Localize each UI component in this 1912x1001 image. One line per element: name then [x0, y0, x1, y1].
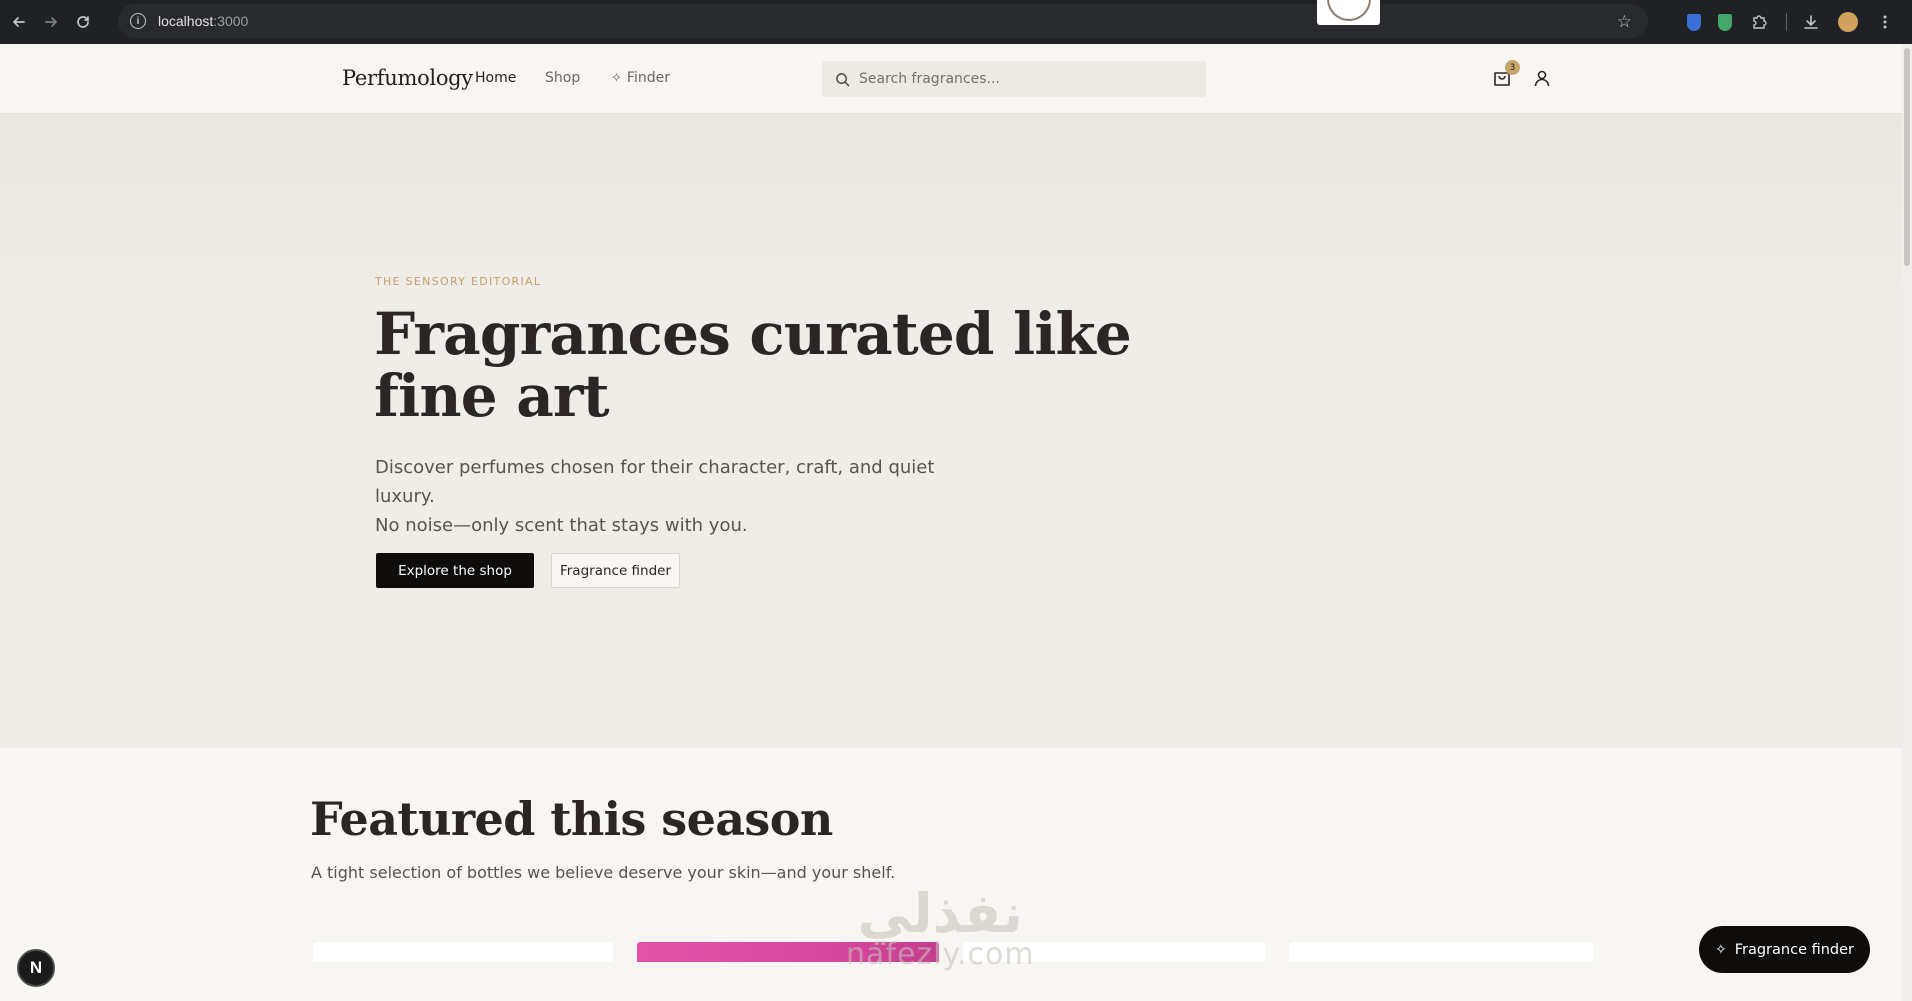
browser-toolbar: i localhost:3000 ☆	[0, 0, 1912, 44]
nav-finder-label: Finder	[626, 70, 670, 86]
search-input[interactable]	[859, 71, 1189, 87]
explore-shop-button[interactable]: Explore the shop	[376, 553, 534, 588]
featured-subtitle: A tight selection of bottles we believe …	[311, 863, 896, 882]
user-icon	[1534, 70, 1550, 87]
hero-title: Fragrances curated like fine art	[374, 300, 1132, 430]
search-icon	[836, 72, 850, 86]
hero-subtitle-line2: No noise—only scent that stays with you.	[375, 515, 748, 536]
cart-button[interactable]: 3	[1492, 60, 1520, 90]
sparkle-icon: ✧	[611, 70, 622, 86]
download-icon[interactable]	[1801, 12, 1821, 32]
extension-popup-logo	[1317, 0, 1380, 25]
reload-icon[interactable]	[70, 9, 96, 35]
account-button[interactable]	[1532, 68, 1554, 90]
watermark-latin: nafezly.com	[846, 937, 1035, 972]
watermark-arabic: نفذلي	[857, 882, 1023, 945]
dev-tools-badge[interactable]: N	[17, 949, 55, 987]
site-info-icon[interactable]: i	[130, 13, 146, 29]
bookmark-star-icon[interactable]: ☆	[1617, 12, 1632, 32]
search-box[interactable]	[822, 61, 1206, 97]
floating-finder-label: Fragrance finder	[1734, 941, 1855, 958]
site-logo[interactable]: Perfumology	[342, 66, 473, 90]
page-scrollbar[interactable]	[1902, 44, 1912, 1001]
address-bar[interactable]: i localhost:3000 ☆	[118, 4, 1648, 38]
adblock-icon[interactable]	[1718, 13, 1732, 31]
toolbar-separator	[1786, 13, 1787, 31]
watermark: نفذلي nafezly.com	[846, 882, 1035, 972]
fragrance-finder-button[interactable]: Fragrance finder	[551, 553, 680, 588]
nav-finder[interactable]: ✧ Finder	[611, 70, 670, 86]
scrollbar-thumb[interactable]	[1904, 48, 1910, 266]
sparkle-icon: ✧	[1714, 941, 1727, 958]
nav-shop[interactable]: Shop	[545, 70, 580, 86]
url-text: localhost:3000	[158, 13, 249, 29]
profile-avatar[interactable]	[1838, 12, 1858, 32]
floating-finder-button[interactable]: ✧ Fragrance finder	[1699, 926, 1870, 973]
password-manager-icon[interactable]	[1687, 13, 1701, 31]
hero-subtitle: Discover perfumes chosen for their chara…	[375, 453, 995, 540]
hero-subtitle-line1: Discover perfumes chosen for their chara…	[375, 457, 935, 507]
back-icon[interactable]	[6, 9, 32, 35]
featured-title: Featured this season	[310, 792, 833, 846]
nav-home[interactable]: Home	[475, 70, 516, 86]
browser-menu-icon[interactable]	[1875, 12, 1895, 32]
product-card[interactable]	[1289, 942, 1593, 962]
site-header: Perfumology Home Shop ✧ Finder 3	[0, 44, 1902, 114]
forward-icon[interactable]	[38, 9, 64, 35]
hero-section: THE SENSORY EDITORIAL Fragrances curated…	[0, 114, 1902, 748]
extensions-puzzle-icon[interactable]	[1749, 12, 1769, 32]
page-viewport: Perfumology Home Shop ✧ Finder 3 THE SEN…	[0, 44, 1902, 1001]
hero-eyebrow: THE SENSORY EDITORIAL	[375, 275, 542, 288]
extensions-area	[1687, 0, 1912, 44]
product-card[interactable]	[313, 942, 613, 962]
cart-count-badge: 3	[1505, 60, 1520, 75]
